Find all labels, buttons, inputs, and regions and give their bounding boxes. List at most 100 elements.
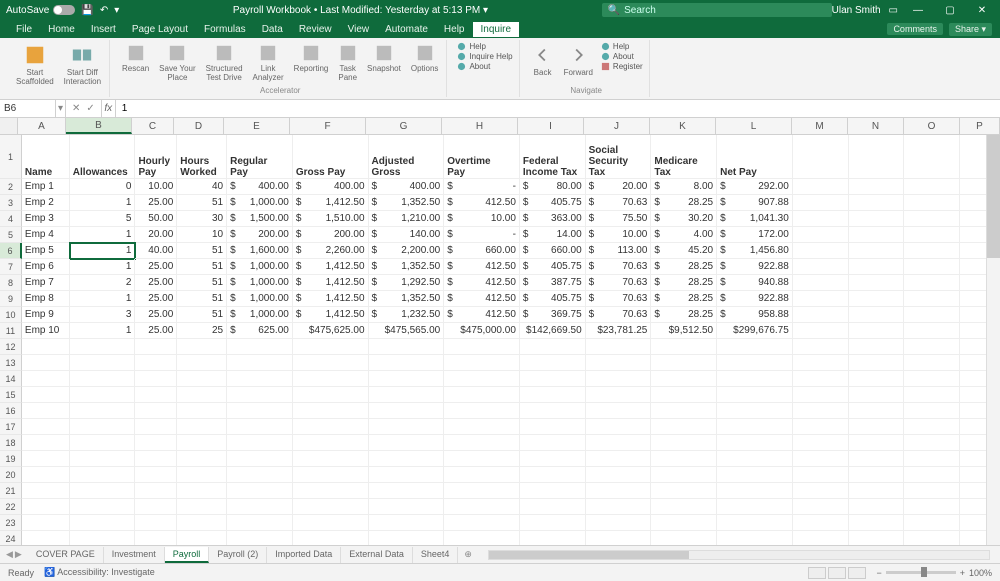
cell[interactable]: [793, 307, 849, 323]
cell[interactable]: 25.00: [135, 323, 177, 339]
cell[interactable]: $1,352.50: [369, 291, 445, 307]
cancel-icon[interactable]: ✕: [72, 103, 80, 114]
help-link[interactable]: Help: [457, 42, 512, 51]
cell[interactable]: $387.75: [520, 275, 586, 291]
cell[interactable]: [135, 339, 177, 355]
cell[interactable]: 25.00: [135, 291, 177, 307]
column-header[interactable]: G: [366, 118, 442, 134]
cell[interactable]: [227, 499, 293, 515]
row-header[interactable]: 22: [0, 499, 22, 515]
fx-icon[interactable]: fx: [102, 100, 116, 117]
header-cell[interactable]: Hourly Pay: [135, 135, 177, 179]
zoom-slider[interactable]: [886, 571, 956, 574]
column-header[interactable]: J: [584, 118, 650, 134]
cell[interactable]: 1: [70, 323, 136, 339]
cell[interactable]: [793, 243, 849, 259]
cell[interactable]: [717, 355, 793, 371]
cell[interactable]: $400.00: [227, 179, 293, 195]
share-button[interactable]: Share ▾: [949, 23, 992, 36]
cell[interactable]: [22, 403, 70, 419]
user-name[interactable]: Ulan Smith: [832, 5, 881, 16]
header-cell[interactable]: Net Pay: [717, 135, 793, 179]
cell[interactable]: [793, 211, 849, 227]
cell[interactable]: [70, 531, 136, 545]
cell[interactable]: [849, 515, 905, 531]
cell[interactable]: 40.00: [135, 243, 177, 259]
cell[interactable]: $9,512.50: [651, 323, 717, 339]
cell[interactable]: [904, 531, 960, 545]
cell[interactable]: 51: [177, 291, 227, 307]
cell[interactable]: [904, 179, 960, 195]
cell[interactable]: [651, 483, 717, 499]
cell[interactable]: $475,625.00: [293, 323, 369, 339]
cell[interactable]: [849, 179, 905, 195]
back-button[interactable]: Back: [530, 42, 556, 79]
cell[interactable]: [177, 451, 227, 467]
start-scaffolded-button[interactable]: Start Scaffolded: [14, 42, 56, 88]
cell[interactable]: Emp 8: [22, 291, 70, 307]
cell[interactable]: [904, 499, 960, 515]
ribbon-rescan[interactable]: Rescan: [120, 42, 151, 75]
sheet-nav-prev-icon[interactable]: ◀: [6, 549, 13, 560]
cell[interactable]: [444, 371, 520, 387]
cell[interactable]: [651, 435, 717, 451]
cell[interactable]: [22, 515, 70, 531]
header-cell[interactable]: [849, 135, 905, 179]
cell[interactable]: Emp 4: [22, 227, 70, 243]
cell[interactable]: [849, 355, 905, 371]
cell[interactable]: [293, 339, 369, 355]
cell[interactable]: $10.00: [586, 227, 652, 243]
cell[interactable]: [651, 339, 717, 355]
cell[interactable]: [177, 499, 227, 515]
cell[interactable]: [849, 483, 905, 499]
toggle-icon[interactable]: [53, 5, 75, 15]
horizontal-scrollbar[interactable]: [488, 550, 990, 560]
cell[interactable]: [520, 403, 586, 419]
accessibility-status[interactable]: ♿ Accessibility: Investigate: [44, 567, 155, 578]
cell[interactable]: $28.25: [651, 195, 717, 211]
cell[interactable]: [849, 195, 905, 211]
cell[interactable]: Emp 10: [22, 323, 70, 339]
menu-tab-file[interactable]: File: [8, 22, 40, 37]
cell[interactable]: 20.00: [135, 227, 177, 243]
cell[interactable]: [793, 515, 849, 531]
column-header[interactable]: B: [66, 118, 132, 134]
cell[interactable]: [586, 387, 652, 403]
cell[interactable]: [793, 339, 849, 355]
row-header[interactable]: 9: [0, 291, 22, 307]
cell[interactable]: [849, 467, 905, 483]
sheet-nav-next-icon[interactable]: ▶: [15, 549, 22, 560]
cell[interactable]: [520, 355, 586, 371]
cell[interactable]: [70, 451, 136, 467]
row-header[interactable]: 11: [0, 323, 22, 339]
column-header[interactable]: K: [650, 118, 716, 134]
cell[interactable]: Emp 2: [22, 195, 70, 211]
sheet-tab[interactable]: Sheet4: [413, 547, 459, 563]
cell[interactable]: [177, 515, 227, 531]
cell[interactable]: $1,456.80: [717, 243, 793, 259]
cell[interactable]: [793, 259, 849, 275]
add-sheet-button[interactable]: ⊕: [458, 549, 478, 560]
cell[interactable]: [904, 339, 960, 355]
header-cell[interactable]: Regular Pay: [227, 135, 293, 179]
header-cell[interactable]: Name: [22, 135, 70, 179]
cell[interactable]: [227, 467, 293, 483]
cell[interactable]: [904, 403, 960, 419]
cell[interactable]: $1,000.00: [227, 291, 293, 307]
cell[interactable]: $1,292.50: [369, 275, 445, 291]
cell[interactable]: $200.00: [293, 227, 369, 243]
column-header[interactable]: D: [174, 118, 224, 134]
cell[interactable]: [22, 387, 70, 403]
cell[interactable]: [369, 387, 445, 403]
cell[interactable]: $1,000.00: [227, 195, 293, 211]
cell[interactable]: Emp 1: [22, 179, 70, 195]
cell[interactable]: [135, 403, 177, 419]
header-cell[interactable]: Medicare Tax: [651, 135, 717, 179]
cell[interactable]: [293, 387, 369, 403]
cell[interactable]: [717, 467, 793, 483]
cell[interactable]: $172.00: [717, 227, 793, 243]
cell[interactable]: [227, 451, 293, 467]
cell[interactable]: $23,781.25: [586, 323, 652, 339]
cell[interactable]: 10.00: [135, 179, 177, 195]
ribbon-link[interactable]: Link Analyzer: [251, 42, 286, 84]
